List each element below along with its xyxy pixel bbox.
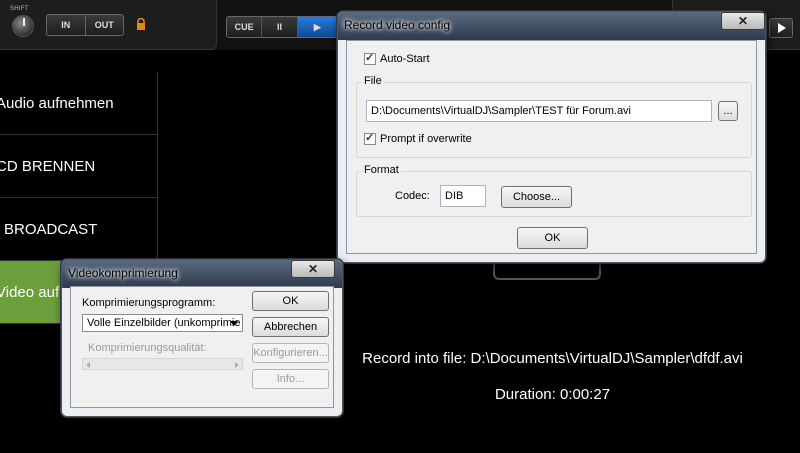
out-button[interactable]: OUT	[84, 15, 124, 35]
shift-knob[interactable]	[12, 15, 34, 37]
duration-text: Duration: 0:00:27	[494, 386, 611, 403]
chevron-down-icon	[230, 321, 238, 326]
video-compression-dialog: Videokomprimierung ✕ Komprimierungsprogr…	[61, 259, 343, 417]
right-play-button[interactable]	[769, 18, 793, 38]
ok-button[interactable]: OK	[517, 227, 588, 249]
prompt-overwrite-label: Prompt if overwrite	[380, 133, 472, 145]
cue-button[interactable]: CUE	[227, 17, 263, 37]
codec-input[interactable]: DIB	[440, 185, 486, 207]
prompt-overwrite-checkbox[interactable]: Prompt if overwrite	[364, 131, 472, 145]
menu-item-label: BROADCAST	[4, 220, 98, 238]
arrow-left-icon	[86, 362, 90, 368]
close-icon: ✕	[737, 14, 749, 28]
compression-quality-slider[interactable]	[82, 358, 243, 370]
shift-label: SHIFT	[10, 6, 29, 12]
record-video-config-dialog: Record video config ✕ Auto-Start File D:…	[337, 11, 766, 263]
compression-program-select[interactable]: Volle Einzelbilder (unkomprimie	[82, 314, 243, 332]
auto-start-checkbox[interactable]: Auto-Start	[364, 51, 430, 65]
info-button[interactable]: Info...	[252, 369, 329, 389]
browse-button[interactable]: ...	[718, 101, 738, 121]
shift-panel: SHIFT IN OUT	[0, 0, 217, 50]
dialog-title: Videokomprimierung	[68, 266, 178, 280]
cancel-button[interactable]: Abbrechen	[252, 317, 329, 337]
format-group-label: Format	[362, 164, 401, 176]
dialog-body: Auto-Start File D:\Documents\VirtualDJ\S…	[346, 40, 757, 254]
choose-button[interactable]: Choose...	[501, 186, 572, 208]
dialog-body: Komprimierungsprogramm: Volle Einzelbild…	[70, 286, 334, 408]
play-button[interactable]: ▶	[297, 17, 337, 37]
ok-button[interactable]: OK	[252, 291, 329, 311]
codec-label: Codec:	[395, 190, 430, 202]
compression-program-label: Komprimierungsprogramm:	[82, 297, 216, 309]
file-path-input[interactable]: D:\Documents\VirtualDJ\Sampler\TEST für …	[366, 100, 712, 122]
in-button[interactable]: IN	[47, 15, 85, 35]
record-panel-tab	[493, 262, 601, 280]
transport-controls: CUE II ▶	[226, 16, 338, 38]
menu-item-cd[interactable]: CD BRENNEN	[0, 135, 158, 198]
menu-item-label: Audio aufnehmen	[0, 94, 114, 112]
menu-item-broadcast[interactable]: BROADCAST	[0, 198, 158, 261]
checkbox-checked-icon	[364, 131, 376, 145]
dialog-title: Record video config	[344, 18, 451, 32]
close-icon: ✕	[307, 262, 319, 276]
configure-button[interactable]: Konfigurieren...	[252, 343, 329, 363]
dialog-titlebar: Record video config	[338, 12, 765, 40]
compression-program-value: Volle Einzelbilder (unkomprimie	[87, 317, 241, 329]
close-button[interactable]: ✕	[721, 12, 765, 30]
in-out-control: IN OUT	[46, 14, 124, 36]
menu-item-audio[interactable]: Audio aufnehmen	[0, 72, 158, 135]
file-group-label: File	[362, 75, 384, 87]
compression-quality-label: Komprimierungsqualität:	[88, 342, 207, 354]
arrow-right-icon	[235, 362, 239, 368]
menu-item-label: Video auf	[0, 283, 60, 301]
auto-start-label: Auto-Start	[380, 53, 430, 65]
lock-icon[interactable]	[136, 18, 146, 30]
record-file-text: Record into file: D:\Documents\VirtualDJ…	[362, 350, 743, 367]
close-button[interactable]: ✕	[291, 260, 335, 278]
checkbox-checked-icon	[364, 51, 376, 65]
pause-button[interactable]: II	[262, 17, 298, 37]
menu-item-label: CD BRENNEN	[0, 157, 96, 175]
